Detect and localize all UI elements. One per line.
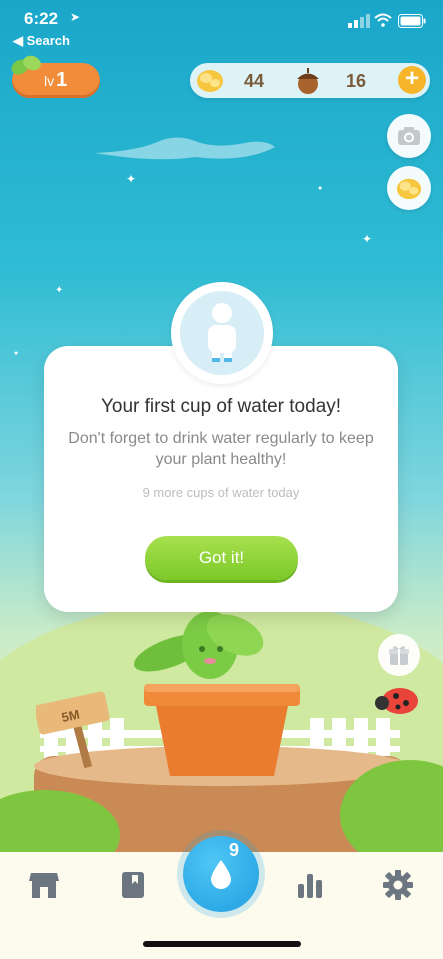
distance-sign: 5M [36, 691, 110, 769]
location-arrow-icon: ➤ [70, 10, 81, 24]
level-value: 1 [56, 69, 68, 91]
modal-avatar [171, 282, 273, 384]
back-to-search-link[interactable]: ◀ Search [13, 33, 70, 49]
screen: 6:22 ➤ ◀ Search ✦ ✦ ● ● ✦ lv 1 44 16 + 5… [0, 0, 443, 959]
tab-journal[interactable] [116, 868, 150, 902]
water-drop-icon [211, 860, 231, 889]
drink-water-button[interactable] [183, 836, 259, 912]
sparkle-decoration: ● [318, 185, 323, 192]
tab-shop[interactable] [27, 868, 61, 902]
shop-icon [29, 873, 59, 898]
sparkle-decoration: ● [14, 350, 19, 357]
nugget-shop-button[interactable] [387, 166, 431, 210]
plant-sprout [133, 611, 264, 679]
coin-icon [197, 70, 223, 92]
gear-icon [383, 870, 413, 900]
wifi-icon [374, 13, 392, 27]
plant-pot [144, 684, 300, 776]
sparkle-decoration: ✦ [55, 285, 64, 296]
modal-body: Don't forget to drink water regularly to… [68, 430, 374, 468]
sparkle-decoration: ✦ [362, 232, 373, 246]
acorn-icon [297, 68, 319, 94]
status-time: 6:22 [24, 9, 59, 28]
bookmark-icon [122, 872, 144, 898]
level-badge[interactable]: lv 1 [11, 55, 100, 98]
first-cup-modal: Your first cup of water today! Don't for… [44, 346, 398, 612]
signal-icon [348, 14, 370, 28]
leaf-icon [11, 55, 41, 75]
water-remaining-count: 9 [229, 840, 240, 860]
ladybug [375, 688, 418, 714]
nugget-icon [396, 178, 422, 200]
level-text: lv 1 [44, 69, 67, 92]
currency-bar: 44 16 + [190, 63, 430, 98]
battery-icon [398, 14, 426, 28]
gift-icon [389, 646, 409, 665]
gift-button[interactable] [378, 634, 420, 676]
status-bar: 6:22 ➤ ◀ Search [0, 0, 443, 50]
cloud-decoration [95, 137, 275, 160]
got-it-button[interactable]: Got it! [145, 536, 298, 580]
plus-icon: + [404, 65, 419, 92]
sparkle-decoration: ✦ [126, 172, 137, 186]
home-indicator [143, 941, 301, 947]
level-prefix: lv [44, 73, 55, 89]
modal-title: Your first cup of water today! [100, 396, 342, 417]
camera-button[interactable] [387, 114, 431, 158]
camera-icon [398, 127, 420, 145]
tab-settings[interactable] [381, 868, 415, 902]
acorn-count: 16 [346, 71, 367, 91]
person-icon [208, 303, 236, 362]
stats-icon [298, 874, 322, 898]
tab-stats[interactable] [293, 868, 327, 902]
add-currency-button[interactable]: + [398, 66, 426, 94]
remaining-cups-note: 9 more cups of water today [142, 485, 300, 500]
coin-count: 44 [244, 71, 265, 91]
